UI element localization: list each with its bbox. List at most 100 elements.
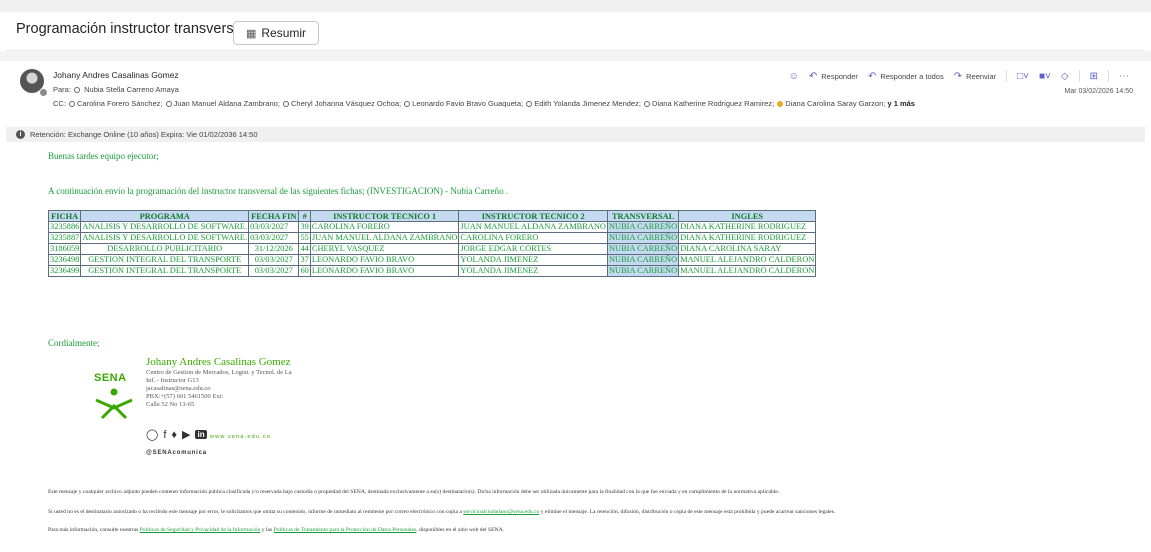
table-cell: JORGE EDGAR CORTES — [458, 243, 608, 255]
cc-recipient[interactable]: Diana Carolina Saray Garzon; — [785, 99, 885, 108]
table-cell: CAROLINA FORERO — [309, 221, 460, 233]
disclaimer-text: Si usted no es el destinatario autorizad… — [48, 509, 462, 515]
table-cell: 55 — [298, 232, 311, 244]
cc-recipient[interactable]: Juan Manuel Aldana Zambrano; — [174, 99, 280, 108]
subject-bar: Programación instructor transversal ▦ Re… — [6, 12, 1145, 51]
table-cell: GESTION INTEGRAL DEL TRANSPORTE — [80, 254, 250, 266]
more-icon[interactable]: ⋯ — [1119, 71, 1129, 82]
sena-logo-icon — [95, 388, 133, 420]
table-cell: NUBIA CARREÑO — [606, 243, 680, 255]
greeting: Buenas tardes equipo ejecutor; — [48, 151, 159, 161]
reply-all-button[interactable]: ↶ Responder a todos — [868, 71, 944, 82]
twitter-icon[interactable]: ♦ — [171, 429, 177, 441]
facebook-icon[interactable]: f — [163, 429, 166, 441]
forward-icon: ↷ — [953, 70, 963, 82]
linkedin-icon[interactable]: in — [195, 430, 207, 439]
table-cell: DESARROLLO PUBLICITARIO — [80, 243, 250, 255]
table-cell: NUBIA CARREÑO — [606, 232, 680, 244]
sena-website[interactable]: www.sena.edu.co — [210, 434, 271, 440]
table-cell: 31/12/2026 — [248, 243, 300, 255]
table-cell: NUBIA CARREÑO — [606, 221, 680, 233]
table-cell: CAROLINA FORERO — [458, 232, 608, 244]
table-header-row: FICHA PROGRAMA FECHA FIN # INSTRUCTOR TE… — [47, 210, 817, 222]
table-cell: LEONARDO FAVIO BRAVO — [309, 265, 460, 277]
cc-more-link[interactable]: y 1 más — [887, 99, 915, 108]
tag-icon[interactable]: ◇ — [1061, 71, 1069, 82]
grid-icon[interactable]: ⊞ — [1090, 71, 1098, 82]
data-policy-link[interactable]: Políticas de Tratamiento para la Protecc… — [274, 527, 417, 533]
presence-icon — [404, 101, 411, 107]
teams-icon[interactable]: □˅ — [1017, 71, 1029, 82]
presence-icon — [74, 87, 81, 93]
instagram-icon[interactable]: ◯ — [146, 428, 158, 441]
table-cell: 3235887 — [47, 232, 82, 244]
divider — [1006, 70, 1008, 82]
table-cell: GESTION INTEGRAL DEL TRANSPORTE — [80, 265, 250, 277]
reply-all-icon: ↶ — [867, 70, 877, 82]
intro-text: A continuación envío la programación del… — [48, 186, 509, 196]
security-policy-link[interactable]: Políticas de Seguridad y Privacidad de l… — [140, 527, 261, 533]
disclaimer-p1: Este mensaje y cualquier archivo adjunto… — [48, 489, 780, 495]
summarize-button[interactable]: ▦ Resumir — [233, 21, 319, 45]
signature-line: Inf. - Instructor G13 — [146, 377, 199, 384]
signature-name: Johany Andres Casalinas Gomez — [146, 356, 291, 368]
table-cell: DIANA CAROLINA SARAY — [678, 243, 817, 255]
disclaimer-text: y las — [261, 527, 273, 533]
table-cell: LEONARDO FAVIO BRAVO — [309, 254, 460, 266]
youtube-icon[interactable]: ▶ — [182, 428, 190, 441]
cc-label: CC: — [53, 99, 66, 108]
presence-icon — [777, 101, 784, 107]
cc-recipient[interactable]: Carolina Forero Sánchez; — [77, 99, 162, 108]
table-header: INSTRUCTOR TECNICO 1 — [309, 210, 460, 222]
table-cell: 37 — [298, 254, 311, 266]
table-row: 3236499 GESTION INTEGRAL DEL TRANSPORTE … — [47, 265, 817, 277]
table-cell: MANUEL ALEJANDRO CALDERON — [678, 254, 817, 266]
cc-recipient[interactable]: Edith Yolanda Jimenez Mendez; — [534, 99, 641, 108]
table-cell: 3236498 — [47, 254, 82, 266]
signature-email[interactable]: jacasalinas@sena.edu.co — [146, 385, 210, 392]
message-date: Mar 03/02/2026 14:50 — [1064, 88, 1134, 95]
table-cell: 3235886 — [47, 221, 82, 233]
cc-recipient[interactable]: Diana Katherine Rodriguez Ramirez; — [652, 99, 774, 108]
presence-icon — [644, 101, 651, 107]
table-cell: JUAN MANUEL ALDANA ZAMBRANO — [309, 232, 460, 244]
to-label: Para: — [53, 85, 71, 94]
retention-bar: i Retención: Exchange Online (10 años) E… — [6, 127, 1145, 142]
smiley-icon[interactable]: ☺ — [789, 71, 799, 82]
table-cell: 39 — [298, 221, 311, 233]
action-toolbar: ☺ ↶ Responder ↶ Responder a todos ↷ Reenvia… — [789, 70, 1129, 82]
table-cell: YOLANDA JIMENEZ — [458, 254, 608, 266]
table-cell: 03/03/2027 — [248, 254, 300, 266]
reply-button[interactable]: ↶ Responder — [809, 71, 858, 82]
table-header: INGLES — [678, 210, 817, 222]
table-row: 3186059 DESARROLLO PUBLICITARIO 31/12/20… — [47, 243, 817, 255]
table-cell: 44 — [298, 243, 311, 255]
cc-recipient[interactable]: Leonardo Favio Bravo Guaqueta; — [412, 99, 523, 108]
reply-all-label: Responder a todos — [880, 71, 944, 81]
sena-handle: @SENAcomunica — [146, 450, 207, 456]
presence-icon — [165, 101, 172, 107]
summarize-icon: ▦ — [245, 27, 257, 40]
sender-name[interactable]: Johany Andres Casalinas Gomez — [53, 70, 179, 80]
info-icon: i — [16, 130, 25, 139]
table-cell: NUBIA CARREÑO — [606, 254, 680, 266]
cc-recipient[interactable]: Cheryl Johanna Vásquez Ochoa; — [291, 99, 401, 108]
forward-button[interactable]: ↷ Reenviar — [954, 71, 996, 82]
table-cell: 03/03/2027 — [248, 221, 300, 233]
table-cell: 3186059 — [47, 243, 82, 255]
table-cell: JUAN MANUEL ALDANA ZAMBRANO — [458, 221, 608, 233]
table-header: INSTRUCTOR TECNICO 2 — [458, 210, 608, 222]
presence-icon — [283, 101, 289, 107]
onenote-icon[interactable]: ■˅ — [1039, 71, 1051, 82]
table-cell: CHERYL VASQUEZ — [309, 243, 460, 255]
presence-icon — [526, 101, 533, 107]
disclaimer-text: y elimine el mensaje. La retención, difu… — [540, 509, 836, 515]
cc-line: CC: Carolina Forero Sánchez; Juan Manuel… — [53, 99, 915, 108]
to-recipient[interactable]: Nubia Stella Carreno Amaya — [84, 85, 179, 94]
disclaimer-p2: Si usted no es el destinatario autorizad… — [48, 509, 835, 515]
reply-label: Responder — [821, 71, 858, 81]
table-row: 3235886 ANALISIS Y DESARROLLO DE SOFTWAR… — [47, 221, 817, 233]
service-email-link[interactable]: servicioalciudadano@sena.edu.co — [463, 509, 539, 515]
table-cell: 60 — [298, 265, 311, 277]
table-cell: DIANA KATHERINE RODRIGUEZ — [678, 221, 817, 233]
